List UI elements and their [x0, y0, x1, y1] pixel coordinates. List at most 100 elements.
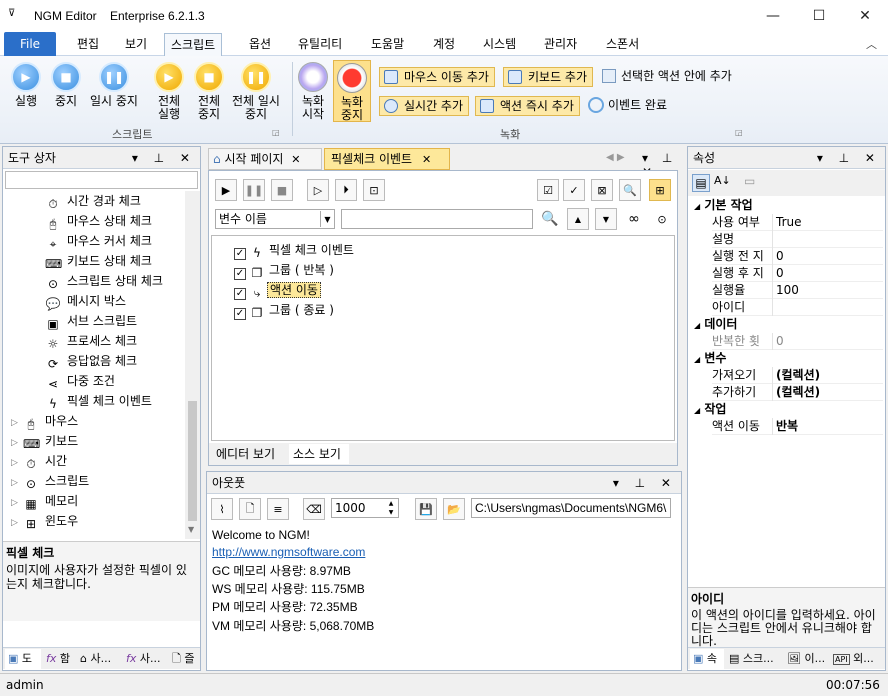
stop-all-button[interactable]: ■ 전체 중지	[190, 62, 228, 121]
tab-script-list[interactable]: ▤ 스크...	[726, 649, 782, 669]
pause-button[interactable]: ❚❚ 일시 중지	[86, 62, 142, 108]
node-checkbox[interactable]: ✓	[234, 288, 246, 300]
line-count-stepper[interactable]: 1000 ▲ ▼	[331, 498, 399, 518]
toolbox-item[interactable]: ϟ 픽셀 체크 이벤트	[45, 391, 152, 411]
categorized-icon[interactable]: ▤	[692, 174, 710, 192]
stop-icon[interactable]: ■	[271, 179, 293, 201]
prop-description[interactable]: 설명	[712, 231, 883, 248]
tab-pixel-check-event[interactable]: 픽셀체크 이벤트 ✕	[324, 148, 450, 170]
folder-icon[interactable]: 📂	[443, 498, 465, 520]
run-from-icon[interactable]: ⏵	[335, 179, 357, 201]
tab-source-view[interactable]: 소스 보기	[289, 444, 349, 464]
toolbox-search-input[interactable]	[5, 171, 198, 189]
close-button[interactable]: ✕	[842, 0, 888, 32]
tab-nav-icon[interactable]: ◀ ▶	[606, 152, 625, 163]
tab-user-function[interactable]: fx 사...	[123, 649, 167, 669]
toolbox-item[interactable]: ⊙ 스크립트 상태 체크	[45, 271, 163, 291]
toolbox-item[interactable]: ⌖ 마우스 커서 체크	[45, 231, 152, 251]
add-real-time-button[interactable]: 실시간 추가	[379, 96, 470, 116]
move-down-icon[interactable]: ▼	[595, 208, 617, 230]
tab-favorites[interactable]: 🗋 즐	[169, 649, 200, 669]
run-button[interactable]: ▶ 실행	[8, 62, 44, 108]
tab-image[interactable]: 🖼 이...	[784, 649, 828, 669]
infinity-icon[interactable]: ∞	[623, 208, 645, 230]
toolbox-item[interactable]: ⋖ 다중 조건	[45, 371, 115, 391]
toolbox-item[interactable]: ⟳ 응답없음 체크	[45, 351, 137, 371]
maximize-button[interactable]: ☐	[796, 0, 842, 32]
dialog-launcher-icon[interactable]: ◲	[272, 128, 280, 137]
collapse-icon[interactable]: ◢	[694, 406, 700, 415]
panel-buttons[interactable]: ▾ ⊥ ✕	[817, 147, 881, 169]
prop-repeat-count[interactable]: 반복한 횟0	[712, 333, 883, 350]
tab-editor-view[interactable]: 에디터 보기	[213, 444, 287, 464]
add-action-now-button[interactable]: 액션 즉시 추가	[475, 96, 580, 116]
check-icon[interactable]: ✓	[563, 179, 585, 201]
tab-account[interactable]: 계정	[431, 35, 457, 56]
tab-options[interactable]: 옵션	[247, 35, 273, 56]
add-mouse-move-button[interactable]: 마우스 이동 추가	[379, 67, 495, 87]
prop-enabled[interactable]: 사용 여부 True	[712, 214, 883, 231]
save-icon[interactable]: 💾	[415, 498, 437, 520]
tab-view[interactable]: 보기	[123, 35, 149, 56]
list-icon[interactable]: ≡	[267, 498, 289, 520]
scrollbar-thumb[interactable]	[188, 401, 197, 521]
tree-node[interactable]: ✓ ⤷ 액션 이동	[234, 280, 321, 300]
expand-icon[interactable]: ▷	[11, 413, 23, 433]
close-tab-icon[interactable]: ✕	[422, 153, 431, 166]
scroll-down-icon[interactable]: ▼	[188, 525, 194, 534]
website-link[interactable]: http://www.ngmsoftware.com	[212, 545, 365, 559]
toolbox-item[interactable]: ⏱ 시간 경과 체크	[45, 191, 141, 211]
close-tab-icon[interactable]: ✕	[291, 153, 300, 166]
tree-node[interactable]: ✓ ❐ 그룹 ( 반복 )	[234, 260, 336, 280]
tab-function[interactable]: fx 함	[43, 649, 77, 669]
move-up-icon[interactable]: ▲	[567, 208, 589, 230]
prop-delay-after[interactable]: 실행 후 지0	[712, 265, 883, 282]
toolbox-item[interactable]: 🖰 마우스 상태 체크	[45, 211, 152, 231]
prop-delay-before[interactable]: 실행 전 지0	[712, 248, 883, 265]
prop-add[interactable]: 추가하기 (컬렉션)	[712, 384, 883, 401]
prop-id[interactable]: 아이디	[712, 299, 883, 316]
tab-admin[interactable]: 관리자	[542, 35, 579, 56]
stepper-arrows-icon[interactable]: ▲ ▼	[385, 499, 397, 517]
tab-help[interactable]: 도움말	[369, 35, 406, 56]
expand-icon[interactable]: ▷	[11, 493, 23, 513]
tree-view-icon[interactable]: ⊞	[649, 179, 671, 201]
variable-search-input[interactable]	[341, 209, 533, 229]
add-keyboard-button[interactable]: 키보드 추가	[503, 67, 594, 87]
toolbox-category[interactable]: ▷ ▦ 메모리	[11, 491, 78, 511]
tab-sponsor[interactable]: 스폰서	[604, 35, 641, 56]
tab-utility[interactable]: 유틸리티	[296, 35, 344, 56]
toolbox-item[interactable]: ☼ 프로세스 체크	[45, 331, 137, 351]
toolbox-scrollbar[interactable]: ▼	[185, 191, 200, 539]
page-icon[interactable]: 🗋	[239, 498, 261, 520]
expand-icon[interactable]: ▷	[11, 453, 23, 473]
search-icon[interactable]: 🔍	[539, 208, 561, 230]
prop-rate[interactable]: 실행율 100	[712, 282, 883, 299]
more-icon[interactable]: ⊙	[651, 208, 673, 230]
record-stop-button[interactable]: 녹화 중지	[333, 60, 371, 122]
tree-node[interactable]: ✓ ϟ 픽셀 체크 이벤트	[234, 240, 356, 260]
file-menu[interactable]: File	[4, 32, 56, 56]
category-task[interactable]: ◢ 작업	[694, 401, 726, 418]
category-basic[interactable]: ◢ 기본 작업	[694, 197, 753, 214]
run-all-button[interactable]: ▶ 전체 실행	[150, 62, 188, 121]
eraser-icon[interactable]: ⌫	[303, 498, 325, 520]
tab-system[interactable]: 시스템	[481, 35, 518, 56]
tree-node[interactable]: ✓ ❐ 그룹 ( 종료 )	[234, 300, 336, 320]
toolbox-item[interactable]: ▣ 서브 스크립트	[45, 311, 137, 331]
step-run-icon[interactable]: ▷	[307, 179, 329, 201]
category-data[interactable]: ◢ 데이터	[694, 316, 737, 333]
add-in-selected-button[interactable]: 선택한 액션 안에 추가	[599, 67, 732, 87]
check-all-icon[interactable]: ☑	[537, 179, 559, 201]
expand-icon[interactable]: ▷	[11, 433, 23, 453]
node-checkbox[interactable]: ✓	[234, 248, 246, 260]
prop-action-move[interactable]: 액션 이동 반복	[712, 418, 883, 435]
toolbox-item[interactable]: 💬 메시지 박스	[45, 291, 127, 311]
collapse-ribbon-icon[interactable]: ︿	[866, 36, 877, 52]
tab-script[interactable]: 스크립트	[164, 33, 223, 57]
collapse-icon[interactable]: ◢	[694, 321, 700, 330]
toolbox-category[interactable]: ▷ 🖰 마우스	[11, 411, 78, 431]
panel-buttons[interactable]: ▾ ⊥ ✕	[613, 472, 677, 494]
run-selected-icon[interactable]: ⊡	[363, 179, 385, 201]
toolbox-category[interactable]: ▷ ⊞ 윈도우	[11, 511, 78, 531]
